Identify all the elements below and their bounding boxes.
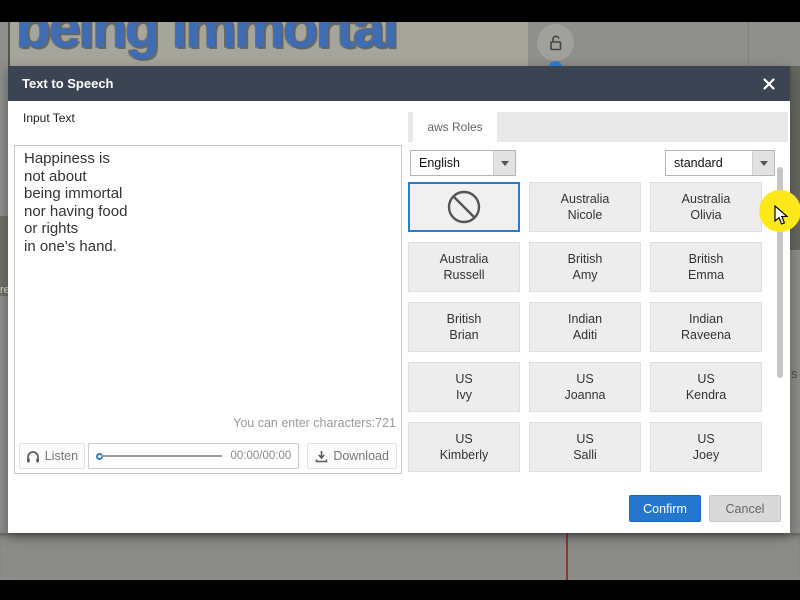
voice-option[interactable]: BritishBrian <box>408 302 520 352</box>
voice-name: Joanna <box>564 387 605 403</box>
language-value: English <box>411 151 493 175</box>
voice-region: US <box>576 431 593 447</box>
voice-name: Aditi <box>573 327 597 343</box>
voice-option[interactable]: BritishEmma <box>650 242 762 292</box>
voice-option[interactable]: AustraliaRussell <box>408 242 520 292</box>
background-right-text: s <box>791 366 798 381</box>
character-count: 721 <box>375 416 396 430</box>
unlock-icon <box>546 33 565 52</box>
voice-region: US <box>697 371 714 387</box>
text-to-speech-dialog: Text to Speech Input Text Happiness is n… <box>8 66 790 533</box>
headphones-icon <box>26 450 40 463</box>
voice-region: US <box>455 431 472 447</box>
voice-option[interactable]: BritishAmy <box>529 242 641 292</box>
background-left-text: re <box>0 284 8 296</box>
voice-option[interactable]: USKimberly <box>408 422 520 472</box>
mouse-cursor <box>774 205 789 226</box>
download-button[interactable]: Download <box>307 443 397 469</box>
audio-time: 00:00/00:00 <box>230 450 291 462</box>
language-select[interactable]: English <box>410 150 516 176</box>
style-value: standard <box>666 151 752 175</box>
background-left-edge: re <box>0 66 8 533</box>
document-heading: being immortal <box>16 22 397 61</box>
screen: being immortal re s Text to Speech <box>0 0 800 600</box>
close-icon[interactable] <box>760 75 778 93</box>
voice-region: Indian <box>689 311 723 327</box>
voice-option[interactable]: USSalli <box>529 422 641 472</box>
cancel-button[interactable]: Cancel <box>709 495 781 522</box>
dialog-title: Text to Speech <box>22 76 114 91</box>
voice-grid: AustraliaNicoleAustraliaOliviaAustraliaR… <box>408 182 764 472</box>
voice-name: Kendra <box>686 387 726 403</box>
background-canvas: being immortal <box>0 22 800 66</box>
tab-aws-roles[interactable]: aws Roles <box>413 112 497 142</box>
listen-button[interactable]: Listen <box>19 443 85 469</box>
background-bottom <box>0 533 800 580</box>
voice-option[interactable]: USIvy <box>408 362 520 412</box>
voice-region: Indian <box>568 311 602 327</box>
voice-region: US <box>697 431 714 447</box>
dialog-header: Text to Speech <box>8 66 790 101</box>
style-select[interactable]: standard <box>665 150 775 176</box>
download-label: Download <box>333 449 389 463</box>
voice-option[interactable]: USJoanna <box>529 362 641 412</box>
chevron-down-icon[interactable] <box>493 151 515 175</box>
voice-region: US <box>455 371 472 387</box>
voice-name: Russell <box>444 267 485 283</box>
document-page: being immortal <box>8 22 528 66</box>
letterbox-bottom <box>0 580 800 600</box>
player-controls: Listen 00:00/00:00 Download <box>19 443 397 469</box>
voice-region: US <box>576 371 593 387</box>
voice-option[interactable]: AustraliaNicole <box>529 182 641 232</box>
letterbox-top <box>0 0 800 22</box>
voice-option[interactable]: AustraliaOlivia <box>650 182 762 232</box>
voice-name: Olivia <box>690 207 721 223</box>
voice-option[interactable]: USKendra <box>650 362 762 412</box>
voice-name: Emma <box>688 267 724 283</box>
confirm-button[interactable]: Confirm <box>629 495 701 522</box>
character-limit-text: You can enter characters: <box>233 416 375 430</box>
background-red-guide <box>566 533 568 580</box>
voice-name: Joey <box>693 447 719 463</box>
voice-option[interactable]: IndianRaveena <box>650 302 762 352</box>
canvas-guide-line <box>748 22 749 66</box>
voice-region: British <box>447 311 482 327</box>
input-text-label: Input Text <box>23 111 75 125</box>
voice-region: British <box>568 251 603 267</box>
voice-option-none[interactable] <box>408 182 520 232</box>
audio-slider-track[interactable] <box>101 455 223 457</box>
voice-name: Ivy <box>456 387 472 403</box>
voice-region: Australia <box>682 191 731 207</box>
voice-name: Brian <box>449 327 478 343</box>
voice-region: British <box>689 251 724 267</box>
download-icon <box>315 450 328 463</box>
listen-label: Listen <box>45 449 78 463</box>
chevron-down-icon[interactable] <box>752 151 774 175</box>
input-panel: Happiness is not about being immortal no… <box>14 145 402 474</box>
voice-option[interactable]: USJoey <box>650 422 762 472</box>
background-right-edge: s <box>790 66 800 533</box>
voice-region: Australia <box>561 191 610 207</box>
no-voice-icon <box>444 187 484 227</box>
voice-name: Raveena <box>681 327 731 343</box>
text-input-area[interactable]: Happiness is not about being immortal no… <box>24 150 392 413</box>
unlock-badge[interactable] <box>537 24 574 61</box>
voice-option[interactable]: IndianAditi <box>529 302 641 352</box>
voice-name: Amy <box>573 267 598 283</box>
voice-name: Nicole <box>568 207 603 223</box>
voice-name: Kimberly <box>440 447 489 463</box>
roles-tab-bar: aws Roles <box>408 112 788 142</box>
character-limit-hint: You can enter characters:721 <box>233 416 396 430</box>
voice-region: Australia <box>440 251 489 267</box>
voice-name: Salli <box>573 447 597 463</box>
audio-player: 00:00/00:00 <box>88 443 299 469</box>
